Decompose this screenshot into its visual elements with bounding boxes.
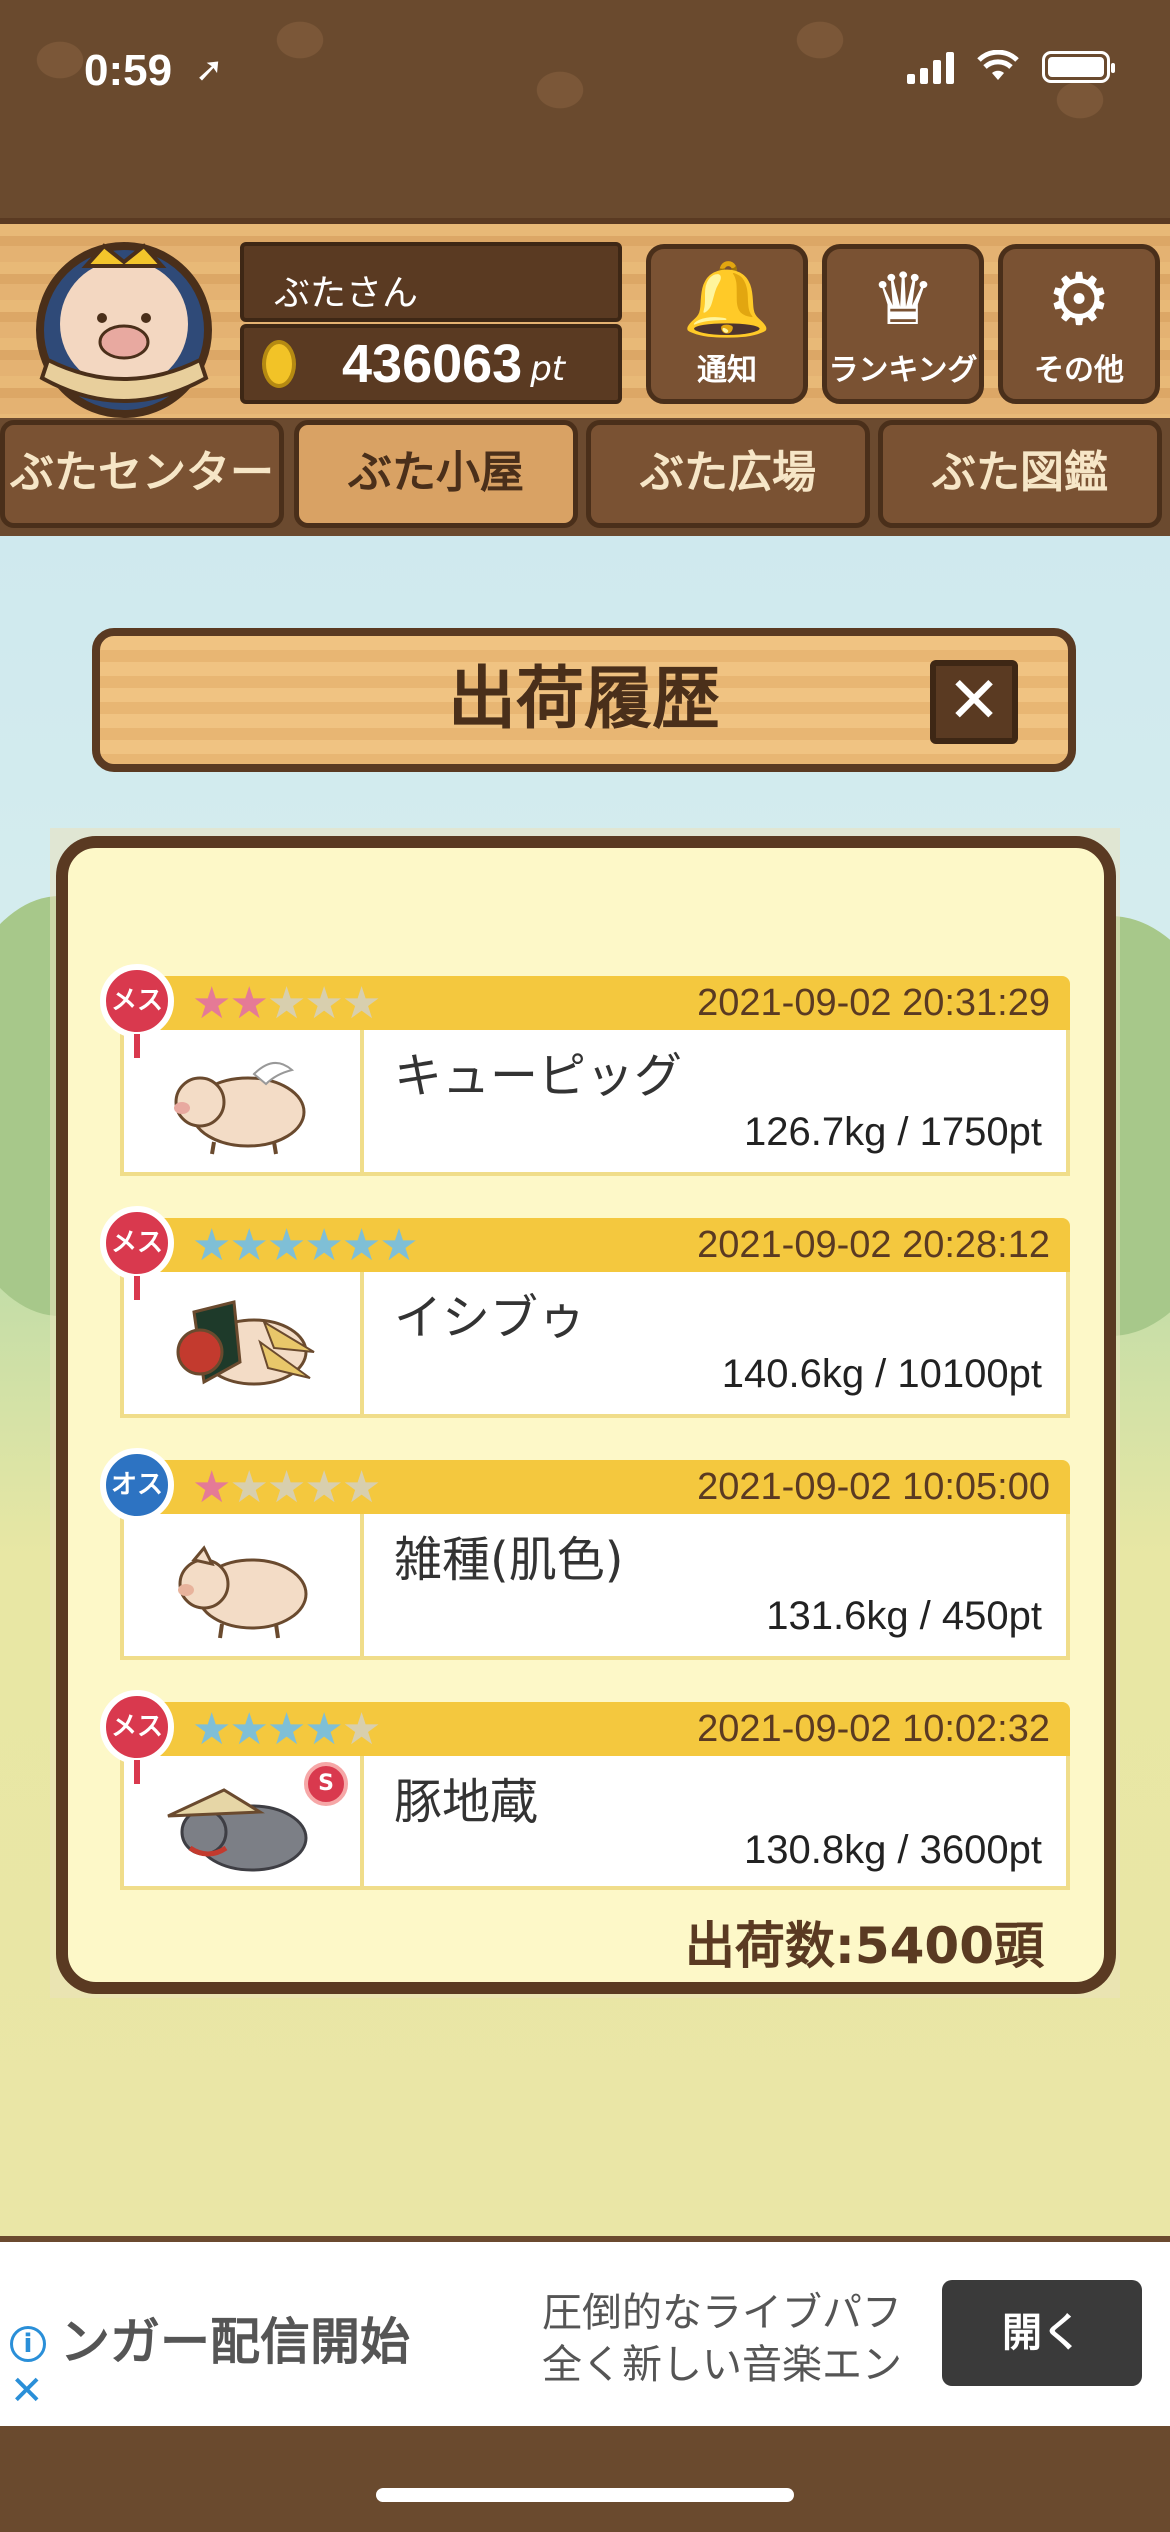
- entry-header: ★★★★★ 2021-09-02 10:02:32: [120, 1702, 1070, 1756]
- tab-buta-hiroba[interactable]: ぶた広場: [586, 420, 870, 528]
- entry-date: 2021-09-02 10:05:00: [697, 1466, 1050, 1508]
- entry-body: キューピッグ 126.7kg / 1750pt: [120, 1030, 1070, 1176]
- female-icon: メス: [100, 1206, 174, 1300]
- pig-name: キューピッグ: [394, 1048, 683, 1104]
- status-bar: 0:59 ➚: [0, 0, 1170, 150]
- ad-headline: ンガー配信開始: [60, 2313, 410, 2371]
- cellular-signal-icon: [907, 50, 954, 84]
- entry-header: ★★★★★ 2021-09-02 10:05:00: [120, 1460, 1070, 1514]
- pig-image: [124, 1514, 364, 1656]
- gear-icon: ⚙: [1046, 257, 1112, 341]
- bell-icon: 🔔: [682, 257, 772, 341]
- ranking-label: ランキング: [828, 353, 978, 388]
- history-entry[interactable]: ★★★★★ 2021-09-02 20:31:29 キューピッグ 126.7kg…: [100, 964, 1070, 1176]
- entry-body: 雑種(肌色) 131.6kg / 450pt: [120, 1514, 1070, 1660]
- pig-name: 雑種(肌色): [394, 1532, 624, 1588]
- history-entry[interactable]: ★★★★★★ 2021-09-02 20:28:12 イシブゥ 140.6kg …: [100, 1206, 1070, 1418]
- tab-buta-zukan[interactable]: ぶた図鑑: [878, 420, 1162, 528]
- entry-body: イシブゥ 140.6kg / 10100pt: [120, 1272, 1070, 1418]
- award-ribbon-icon: S: [304, 1762, 348, 1806]
- ad-banner[interactable]: i ✕ ンガー配信開始 圧倒的なライブパフ 全く新しい音楽エン 開く: [0, 2242, 1170, 2426]
- panel-title: 出荷履歴: [447, 660, 720, 739]
- rarity-stars: ★★★★★: [192, 978, 381, 1029]
- pig-stats: 131.6kg / 450pt: [766, 1594, 1042, 1638]
- entry-date: 2021-09-02 10:02:32: [697, 1708, 1050, 1750]
- points-unit: pt: [530, 349, 566, 389]
- tab-buta-center[interactable]: ぶたセンター: [0, 420, 284, 528]
- pig-image: [124, 1030, 364, 1172]
- jizo-pig-icon: [167, 1788, 308, 1872]
- pig-stats: 140.6kg / 10100pt: [721, 1352, 1042, 1396]
- tab-buta-koya[interactable]: ぶた小屋: [294, 420, 578, 528]
- female-icon: メス: [100, 964, 174, 1058]
- pig-name: イシブゥ: [394, 1290, 587, 1346]
- pig-name: 豚地蔵: [394, 1774, 539, 1830]
- pig-stats: 126.7kg / 1750pt: [743, 1110, 1042, 1154]
- cupig-pig-icon: [174, 1062, 306, 1155]
- rarity-stars: ★★★★★: [192, 1704, 381, 1755]
- notify-button[interactable]: 🔔 通知: [646, 244, 808, 404]
- entry-header: ★★★★★★ 2021-09-02 20:28:12: [120, 1218, 1070, 1272]
- notify-label: 通知: [697, 353, 757, 388]
- wifi-icon: [976, 49, 1020, 84]
- other-label: その他: [1034, 353, 1124, 388]
- shipment-count: 出荷数:5400頭: [684, 1917, 1044, 1975]
- entry-date: 2021-09-02 20:28:12: [697, 1224, 1050, 1266]
- pig-image: [124, 1272, 364, 1414]
- ad-line-1: 圧倒的なライブパフ: [542, 2290, 902, 2336]
- rarity-stars: ★★★★★: [192, 1462, 381, 1513]
- home-indicator[interactable]: [376, 2488, 794, 2502]
- crown-icon: ♛: [870, 257, 936, 341]
- entry-date: 2021-09-02 20:31:29: [697, 982, 1050, 1024]
- close-button[interactable]: ✕: [930, 660, 1018, 744]
- main-tabs: ぶたセンター ぶた小屋 ぶた広場 ぶた図鑑: [0, 420, 1170, 536]
- history-entry[interactable]: ★★★★★ 2021-09-02 10:02:32 S 豚地蔵 130.8kg …: [100, 1690, 1070, 1890]
- shipping-history-list: ★★★★★ 2021-09-02 20:31:29 キューピッグ 126.7kg…: [56, 836, 1116, 1994]
- rarity-stars: ★★★★★★: [192, 1220, 419, 1271]
- ad-open-button[interactable]: 開く: [942, 2280, 1142, 2386]
- status-time: 0:59: [84, 46, 173, 95]
- ranking-button[interactable]: ♛ ランキング: [822, 244, 984, 404]
- male-icon: オス: [100, 1448, 174, 1522]
- entry-header: ★★★★★ 2021-09-02 20:31:29: [120, 976, 1070, 1030]
- location-arrow-icon: ➚: [195, 51, 224, 89]
- points-box: 436063 pt: [240, 324, 622, 404]
- female-icon: メス: [100, 1690, 174, 1784]
- ad-line-2: 全く新しい音楽エン: [542, 2342, 902, 2388]
- status-icons: [907, 49, 1115, 84]
- ad-close-icon[interactable]: ✕: [10, 2368, 44, 2414]
- entry-body: S 豚地蔵 130.8kg / 3600pt: [120, 1756, 1070, 1890]
- battery-icon: [1042, 51, 1115, 83]
- coin-icon: [262, 340, 296, 388]
- header-bar: ぶたさん 436063 pt 🔔 通知 ♛ ランキング ⚙ その他: [0, 218, 1170, 418]
- points-value: 436063: [342, 334, 523, 394]
- mixed-pig-icon: [178, 1545, 308, 1639]
- user-name-box: ぶたさん: [240, 242, 622, 322]
- pig-master-icon: [36, 242, 212, 418]
- ishibuu-pig-icon: [176, 1300, 315, 1386]
- history-entry[interactable]: ★★★★★ 2021-09-02 10:05:00 雑種(肌色) 131.6kg…: [100, 1448, 1070, 1660]
- shipping-history-title-panel: 出荷履歴 ✕: [92, 628, 1076, 772]
- pig-stats: 130.8kg / 3600pt: [743, 1828, 1042, 1872]
- master-badge[interactable]: [24, 238, 224, 422]
- ad-info-icon[interactable]: i: [10, 2326, 46, 2362]
- other-button[interactable]: ⚙ その他: [998, 244, 1160, 404]
- bottom-background: [0, 2426, 1170, 2532]
